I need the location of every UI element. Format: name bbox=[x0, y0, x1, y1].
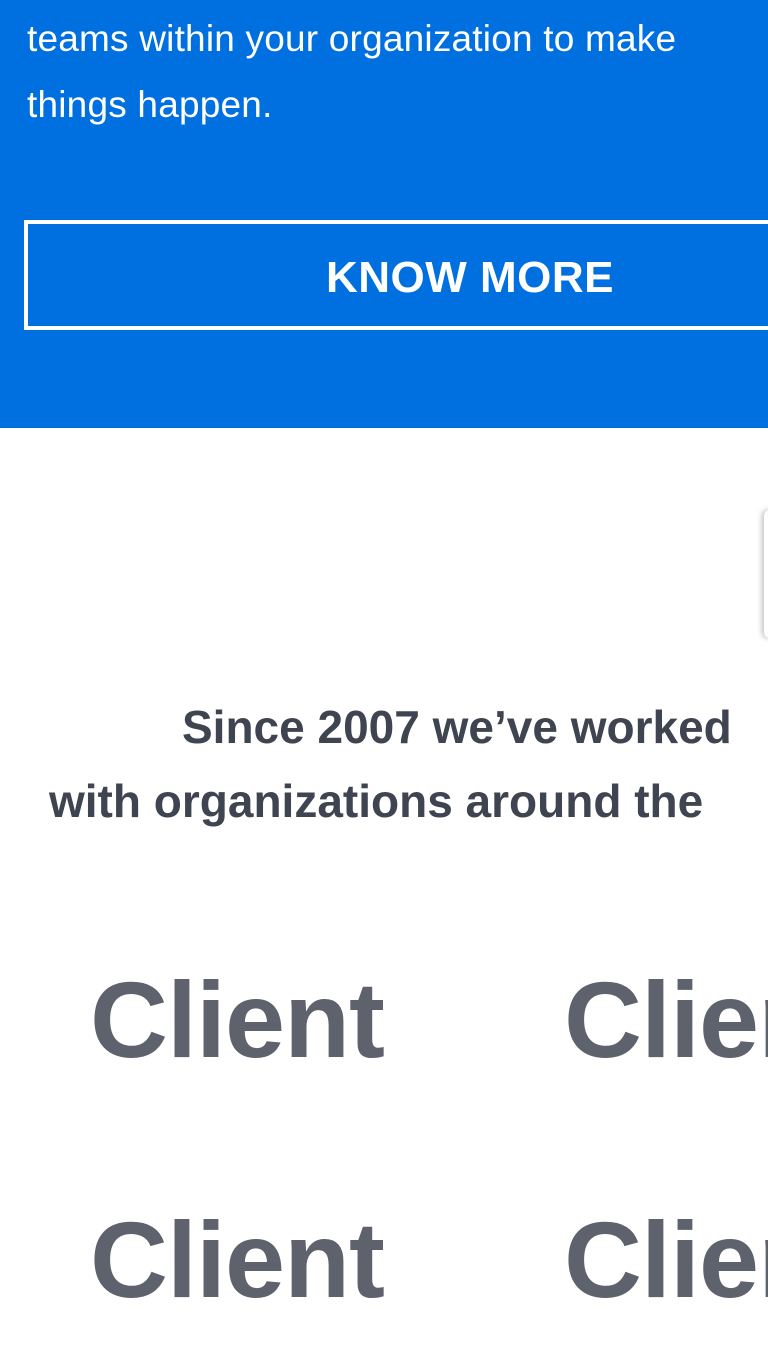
hero-description-line-2: things happen. bbox=[27, 84, 273, 125]
clients-intro-line-1: Since 2007 we’ve worked bbox=[182, 701, 732, 753]
know-more-label: KNOW MORE bbox=[326, 253, 615, 302]
client-logo: Client bbox=[90, 959, 385, 1080]
hero-description-line-1: teams within your organization to make bbox=[27, 18, 677, 59]
client-logo: Client bbox=[564, 1199, 768, 1320]
page: teams within your organization to make t… bbox=[0, 0, 768, 1357]
hero-description: teams within your organization to make t… bbox=[27, 6, 768, 138]
know-more-button[interactable]: KNOW MORE bbox=[24, 220, 768, 330]
client-logo: Client bbox=[564, 959, 768, 1080]
hero-section: teams within your organization to make t… bbox=[0, 0, 768, 428]
offscreen-card-edge bbox=[764, 510, 768, 638]
client-logo: Client bbox=[90, 1199, 385, 1320]
clients-intro-line-2: with organizations around the bbox=[49, 775, 704, 827]
